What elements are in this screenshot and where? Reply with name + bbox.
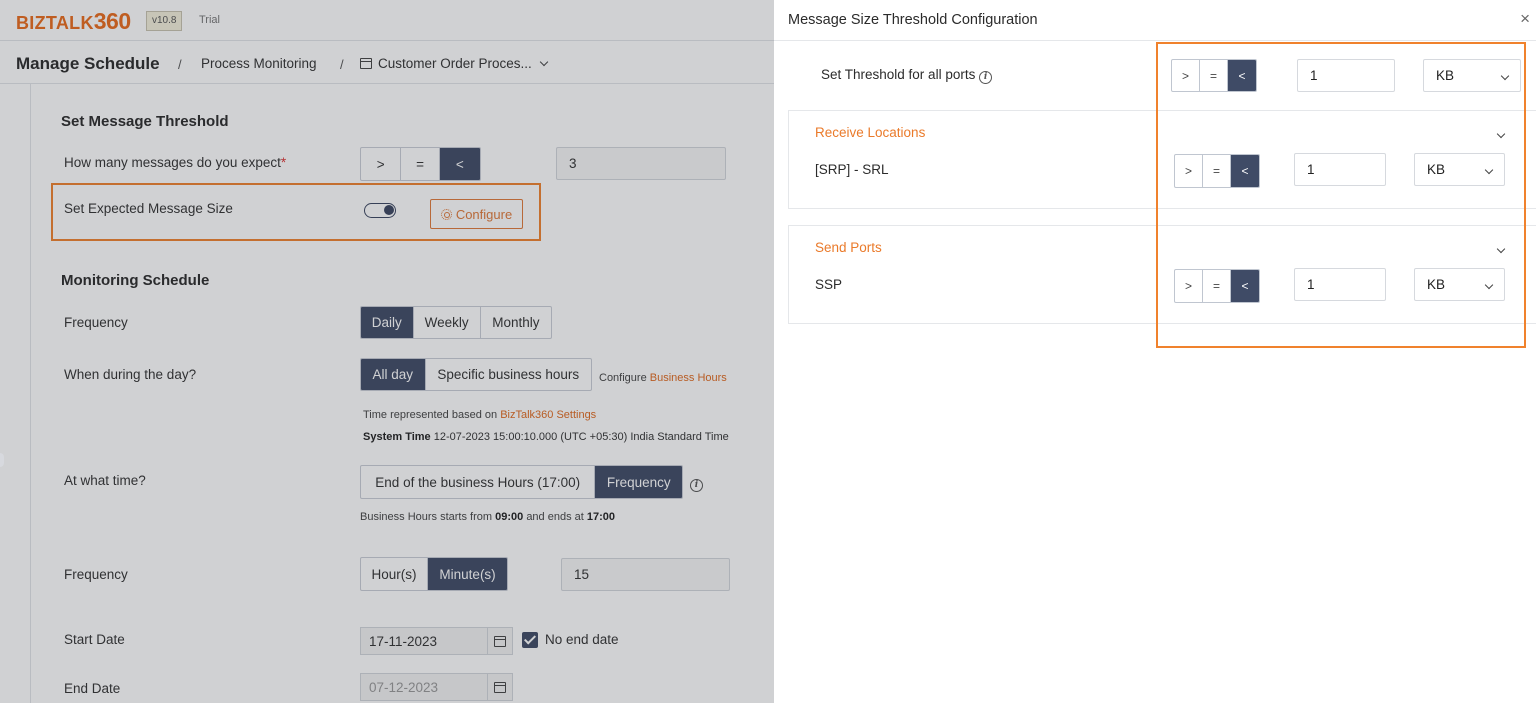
receive-unit-select[interactable]: KB: [1414, 153, 1505, 186]
send-collapse-toggle[interactable]: [1496, 242, 1506, 260]
edge-handle: [0, 453, 4, 467]
op-less-button[interactable]: <: [1231, 155, 1259, 187]
send-operator: > = <: [1174, 269, 1260, 303]
info-icon[interactable]: i: [979, 70, 993, 84]
receive-size-input[interactable]: 1: [1294, 153, 1386, 186]
send-size-input[interactable]: 1: [1294, 268, 1386, 301]
main-app: BIZTALK360 v10.8 Trial Manage Schedule /…: [0, 0, 774, 703]
chevron-down-icon: [1496, 129, 1506, 139]
op-greater-button[interactable]: >: [1175, 155, 1203, 187]
receive-collapse-toggle[interactable]: [1496, 127, 1506, 145]
send-unit-select[interactable]: KB: [1414, 268, 1505, 301]
modal-overlay[interactable]: [0, 0, 774, 703]
op-equal-button[interactable]: =: [1200, 60, 1228, 91]
chevron-down-icon: [1484, 280, 1494, 289]
all-ports-label: Set Threshold for all ports i: [821, 67, 993, 84]
receive-item-label: [SRP] - SRL: [815, 162, 889, 177]
threshold-config-panel: Message Size Threshold Configuration × S…: [774, 0, 1536, 703]
receive-locations-title: Receive Locations: [815, 125, 926, 140]
panel-title: Message Size Threshold Configuration: [788, 12, 1038, 28]
chevron-down-icon: [1484, 165, 1494, 174]
op-equal-button[interactable]: =: [1203, 270, 1231, 302]
chevron-down-icon: [1496, 244, 1506, 254]
close-icon[interactable]: ×: [1520, 9, 1530, 29]
send-item-label: SSP: [815, 277, 843, 292]
op-greater-button[interactable]: >: [1175, 270, 1203, 302]
all-ports-operator: > = <: [1171, 59, 1257, 92]
op-less-button[interactable]: <: [1228, 60, 1256, 91]
panel-header: Message Size Threshold Configuration ×: [774, 0, 1536, 41]
receive-operator: > = <: [1174, 154, 1260, 188]
op-equal-button[interactable]: =: [1203, 155, 1231, 187]
all-ports-size-input[interactable]: 1: [1297, 59, 1395, 92]
all-ports-unit-select[interactable]: KB: [1423, 59, 1521, 92]
send-ports-title: Send Ports: [815, 240, 882, 255]
op-greater-button[interactable]: >: [1172, 60, 1200, 91]
op-less-button[interactable]: <: [1231, 270, 1259, 302]
chevron-down-icon: [1500, 71, 1510, 80]
